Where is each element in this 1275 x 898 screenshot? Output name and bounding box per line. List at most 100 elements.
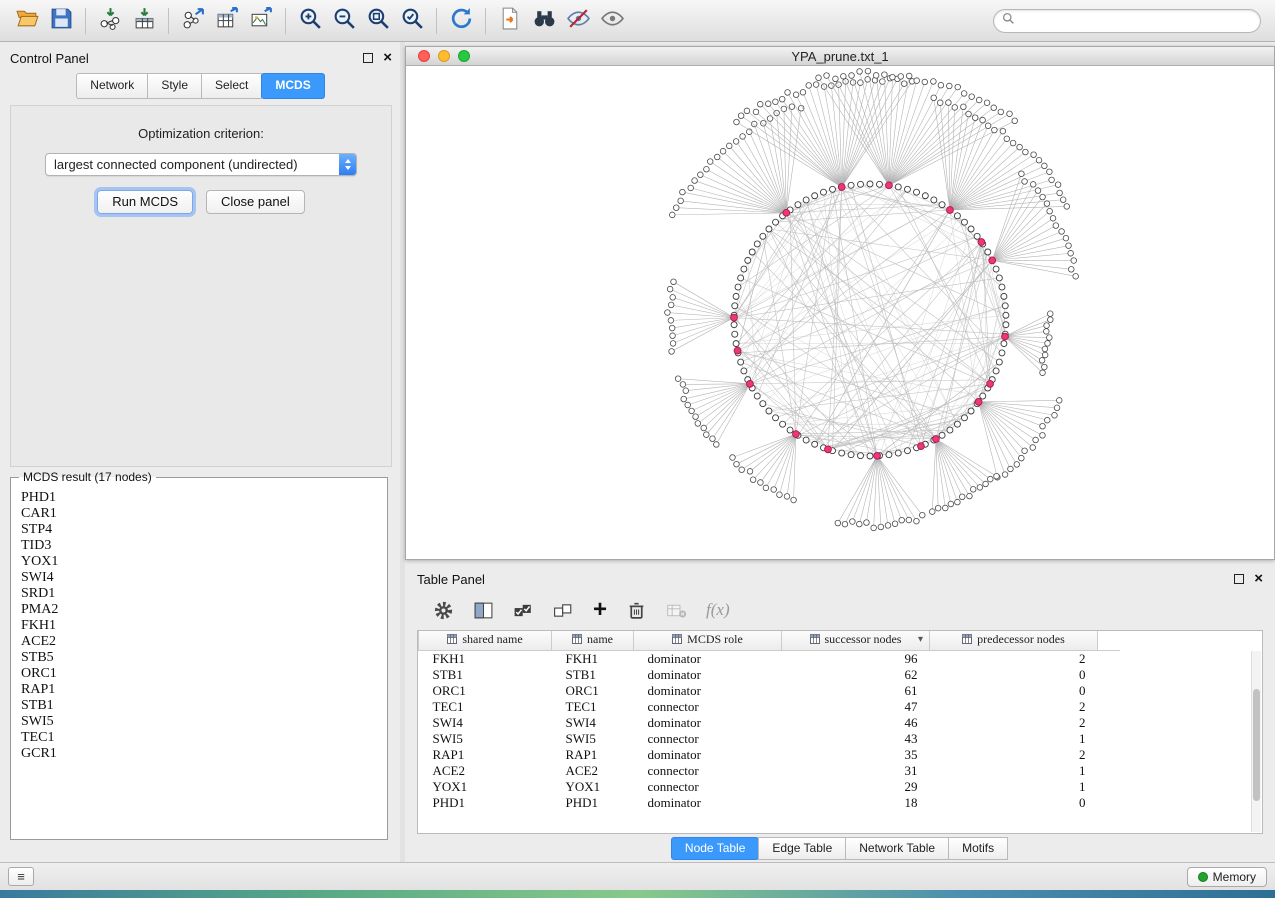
network-leaf-node[interactable] [1039, 358, 1045, 364]
network-leaf-node[interactable] [771, 487, 777, 493]
network-ring-node[interactable] [754, 241, 760, 247]
network-leaf-node[interactable] [1012, 118, 1018, 124]
network-leaf-node[interactable] [841, 73, 847, 79]
window-maximize-icon[interactable] [458, 50, 470, 62]
table-row[interactable]: SWI5SWI5connector431 [419, 731, 1120, 747]
window-minimize-icon[interactable] [438, 50, 450, 62]
network-leaf-node[interactable] [1008, 466, 1014, 472]
network-mcds-node[interactable] [947, 207, 954, 214]
network-mcds-node[interactable] [734, 347, 741, 354]
network-ring-node[interactable] [803, 437, 809, 443]
network-leaf-node[interactable] [1047, 335, 1053, 341]
mcds-result-item[interactable]: RAP1 [21, 682, 377, 698]
network-leaf-node[interactable] [1057, 190, 1063, 196]
network-leaf-node[interactable] [733, 139, 739, 145]
network-ring-node[interactable] [1002, 303, 1008, 309]
network-ring-node[interactable] [735, 284, 741, 290]
network-ring-node[interactable] [760, 233, 766, 239]
float-panel-icon[interactable] [363, 53, 373, 63]
network-leaf-node[interactable] [765, 101, 771, 107]
mcds-result-item[interactable]: STB1 [21, 698, 377, 714]
table-row[interactable]: SWI4SWI4dominator462 [419, 715, 1120, 731]
mcds-result-item[interactable]: PHD1 [21, 490, 377, 506]
tab-style[interactable]: Style [147, 73, 202, 99]
tab-mcds[interactable]: MCDS [261, 73, 324, 99]
delete-row-icon[interactable] [626, 600, 647, 621]
network-leaf-node[interactable] [977, 485, 983, 491]
mcds-result-item[interactable]: SWI5 [21, 714, 377, 730]
network-leaf-node[interactable] [680, 382, 686, 388]
network-leaf-node[interactable] [1023, 149, 1029, 155]
network-leaf-node[interactable] [935, 505, 941, 511]
network-ring-node[interactable] [839, 450, 845, 456]
network-mcds-node[interactable] [874, 452, 881, 459]
network-leaf-node[interactable] [871, 525, 877, 531]
network-leaf-node[interactable] [753, 109, 759, 115]
network-leaf-node[interactable] [835, 520, 841, 526]
network-leaf-node[interactable] [1071, 258, 1077, 264]
network-leaf-node[interactable] [937, 100, 943, 106]
network-leaf-node[interactable] [914, 78, 920, 84]
network-leaf-node[interactable] [734, 461, 740, 467]
run-mcds-button[interactable]: Run MCDS [97, 190, 193, 214]
network-leaf-node[interactable] [878, 524, 884, 530]
network-ring-node[interactable] [773, 219, 779, 225]
table-row[interactable]: ACE2ACE2connector311 [419, 763, 1120, 779]
network-leaf-node[interactable] [669, 349, 675, 355]
network-leaf-node[interactable] [701, 425, 707, 431]
network-leaf-node[interactable] [800, 89, 806, 95]
export-table-button[interactable] [210, 5, 244, 37]
network-leaf-node[interactable] [734, 119, 740, 125]
close-table-panel-icon[interactable]: × [1254, 574, 1263, 584]
network-ring-node[interactable] [904, 448, 910, 454]
network-leaf-node[interactable] [955, 84, 961, 90]
export-network-button[interactable] [176, 5, 210, 37]
network-leaf-node[interactable] [892, 521, 898, 527]
mcds-result-item[interactable]: SRD1 [21, 586, 377, 602]
network-ring-node[interactable] [732, 303, 738, 309]
network-leaf-node[interactable] [1002, 472, 1008, 478]
network-leaf-node[interactable] [980, 117, 986, 123]
hide-details-button[interactable] [561, 5, 595, 37]
network-leaf-node[interactable] [1019, 455, 1025, 461]
network-ring-node[interactable] [996, 359, 1002, 365]
network-leaf-node[interactable] [972, 115, 978, 121]
select-all-icon[interactable] [513, 600, 534, 621]
network-ring-node[interactable] [895, 450, 901, 456]
network-leaf-node[interactable] [890, 74, 896, 80]
network-leaf-node[interactable] [667, 286, 673, 292]
mcds-result-item[interactable]: TID3 [21, 538, 377, 554]
network-leaf-node[interactable] [1010, 140, 1016, 146]
zoom-in-button[interactable] [293, 5, 327, 37]
network-ring-node[interactable] [733, 341, 739, 347]
network-ring-node[interactable] [812, 193, 818, 199]
tab-motifs[interactable]: Motifs [948, 837, 1008, 860]
network-leaf-node[interactable] [685, 402, 691, 408]
network-ring-node[interactable] [947, 427, 953, 433]
table-row[interactable]: RAP1RAP1dominator352 [419, 747, 1120, 763]
network-leaf-node[interactable] [1040, 433, 1046, 439]
network-leaf-node[interactable] [833, 76, 839, 82]
network-ring-node[interactable] [803, 197, 809, 203]
network-ring-node[interactable] [812, 441, 818, 447]
network-ring-node[interactable] [931, 197, 937, 203]
network-leaf-node[interactable] [970, 487, 976, 493]
network-leaf-node[interactable] [668, 302, 674, 308]
network-leaf-node[interactable] [695, 421, 701, 427]
network-leaf-node[interactable] [692, 178, 698, 184]
network-leaf-node[interactable] [1053, 223, 1059, 229]
mcds-result-item[interactable]: SWI4 [21, 570, 377, 586]
mcds-result-item[interactable]: FKH1 [21, 618, 377, 634]
network-leaf-node[interactable] [976, 97, 982, 103]
close-panel-button[interactable]: Close panel [206, 190, 305, 214]
network-leaf-node[interactable] [1019, 171, 1025, 177]
network-leaf-node[interactable] [773, 99, 779, 105]
network-mcds-node[interactable] [1002, 333, 1009, 340]
mcds-result-item[interactable]: GCR1 [21, 746, 377, 762]
mcds-result-item[interactable]: ACE2 [21, 634, 377, 650]
network-mcds-node[interactable] [886, 182, 893, 189]
network-leaf-node[interactable] [1017, 144, 1023, 150]
network-ring-node[interactable] [939, 202, 945, 208]
refresh-layout-button[interactable] [444, 5, 478, 37]
network-leaf-node[interactable] [670, 295, 676, 301]
